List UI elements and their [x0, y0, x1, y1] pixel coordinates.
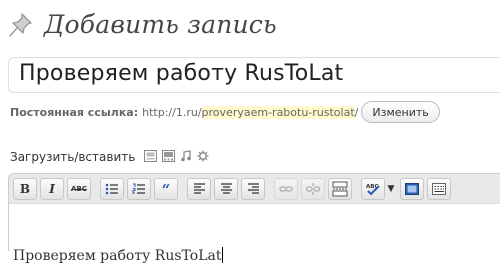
- post-title-value: Проверяем работу RusToLat: [19, 61, 344, 86]
- permalink-suffix: /: [354, 105, 359, 119]
- pushpin-icon: [6, 8, 38, 40]
- permalink-base-url: http://1.ru/: [142, 105, 202, 119]
- insert-link-button[interactable]: [274, 177, 298, 200]
- page-heading: Добавить запись: [6, 6, 277, 42]
- bold-icon: B: [19, 181, 31, 196]
- italic-icon: I: [49, 181, 55, 196]
- post-title-input[interactable]: Проверяем работу RusToLat: [8, 57, 500, 93]
- align-right-button[interactable]: [241, 177, 265, 200]
- link-icon: [279, 185, 293, 192]
- text-cursor: [222, 247, 224, 263]
- bullet-list-button[interactable]: [100, 177, 124, 200]
- align-left-icon: [193, 183, 205, 194]
- unlink-icon: [306, 182, 320, 195]
- numbered-list-button[interactable]: [127, 177, 151, 200]
- post-content-editor[interactable]: Проверяем работу RusToLat: [8, 203, 500, 264]
- align-center-button[interactable]: [214, 177, 238, 200]
- editor-toolbar: B I ABC “ ABC ▼: [8, 173, 500, 203]
- media-upload-label: Загрузить/вставить: [10, 150, 136, 164]
- remove-link-button[interactable]: [301, 177, 325, 200]
- blockquote-button[interactable]: “: [154, 177, 178, 200]
- editor-text: Проверяем работу RusToLat: [13, 248, 222, 264]
- permalink-slug[interactable]: proveryaem-rabotu-rustolat: [201, 105, 355, 119]
- strikethrough-icon: ABC: [71, 184, 87, 193]
- add-video-icon[interactable]: [162, 149, 176, 165]
- spellcheck-icon: ABC: [366, 184, 380, 195]
- page-title: Добавить запись: [44, 9, 277, 39]
- bullet-list-icon: [105, 183, 118, 194]
- add-media-icon[interactable]: [197, 150, 209, 165]
- numbered-list-icon: [132, 183, 145, 194]
- strikethrough-button[interactable]: ABC: [67, 177, 91, 200]
- kitchen-sink-button[interactable]: [427, 177, 451, 200]
- add-image-icon[interactable]: [144, 149, 158, 165]
- edit-permalink-button[interactable]: Изменить: [361, 101, 440, 123]
- fullscreen-icon: [405, 182, 419, 195]
- permalink-label: Постоянная ссылка:: [10, 105, 139, 119]
- blockquote-icon: “: [161, 181, 171, 199]
- align-center-icon: [220, 183, 232, 194]
- insert-more-button[interactable]: [328, 177, 352, 200]
- kitchen-sink-icon: [432, 182, 446, 195]
- align-right-icon: [247, 183, 259, 194]
- spellcheck-dropdown-icon[interactable]: ▼: [385, 178, 397, 200]
- permalink-row: Постоянная ссылка: http://1.ru/ proverya…: [10, 101, 440, 123]
- add-audio-icon[interactable]: [180, 149, 192, 165]
- media-upload-row: Загрузить/вставить: [10, 148, 209, 166]
- read-more-icon: [332, 181, 348, 196]
- italic-button[interactable]: I: [40, 177, 64, 200]
- spellcheck-button[interactable]: ABC: [361, 177, 385, 200]
- align-left-button[interactable]: [187, 177, 211, 200]
- bold-button[interactable]: B: [13, 177, 37, 200]
- editor-content: Проверяем работу RusToLat: [13, 247, 224, 264]
- fullscreen-button[interactable]: [400, 177, 424, 200]
